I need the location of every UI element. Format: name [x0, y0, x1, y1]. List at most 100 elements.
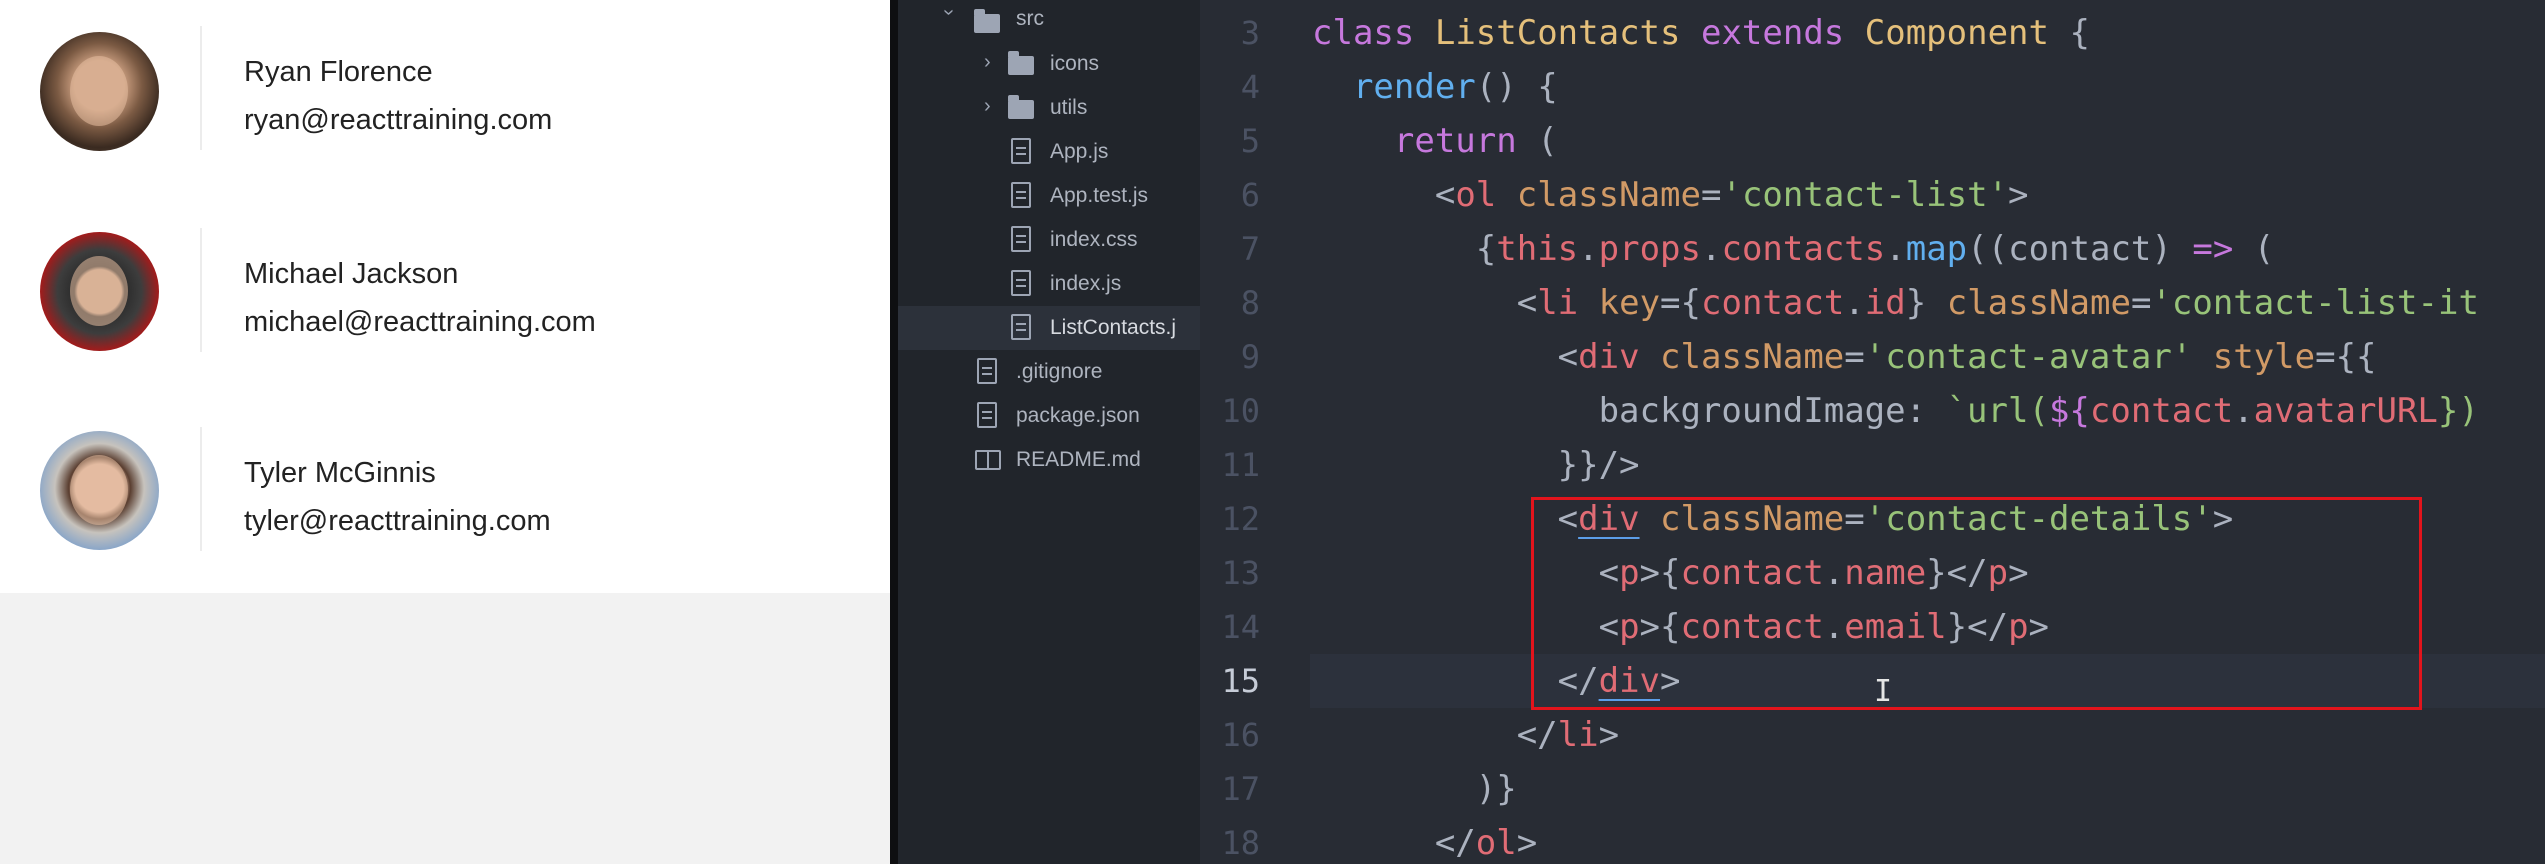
contact-avatar: [40, 32, 159, 151]
file-icon: [1008, 182, 1034, 210]
code-token: }}/>: [1557, 445, 1640, 485]
code-token: contacts: [1721, 229, 1886, 269]
line-number: 11: [1221, 446, 1260, 484]
contact-email: ryan@reacttraining.com: [244, 104, 553, 136]
tree-item-icons[interactable]: › icons: [898, 42, 1200, 86]
code-token: )}: [1475, 769, 1517, 809]
tree-item-index-css[interactable]: index.css: [898, 218, 1200, 262]
code-token: li: [1537, 283, 1579, 323]
file-icon: [1008, 138, 1034, 166]
contact-name: Michael Jackson: [244, 258, 459, 290]
line-number: 7: [1240, 230, 1260, 268]
contact-details: Michael Jackson michael@reacttraining.co…: [200, 228, 800, 352]
code-token: li: [1557, 715, 1599, 755]
contacts-app-panel: Ryan Florence ryan@reacttraining.com Mic…: [0, 0, 890, 864]
tree-item-app-test-js[interactable]: App.test.js: [898, 174, 1200, 218]
tree-item-label: ListContacts.j: [1050, 316, 1177, 339]
code-token: return: [1393, 121, 1517, 161]
code-line[interactable]: <li key={contact.id} className='contact-…: [1312, 276, 2479, 330]
tree-item-index-js[interactable]: index.js: [898, 262, 1200, 306]
code-token: .: [1885, 229, 1906, 269]
line-number: 4: [1240, 68, 1260, 106]
code-token: ((: [1967, 229, 2009, 269]
line-number: 6: [1240, 176, 1260, 214]
tree-item-utils[interactable]: › utils: [898, 86, 1200, 130]
folder-icon: [1008, 50, 1034, 78]
line-number-gutter: 3 4 5 6 7 8 9 10 11 12 13 14 15 16 17 18: [1200, 0, 1300, 864]
avatar-photo-face: [70, 455, 128, 525]
code-token: .: [1578, 229, 1599, 269]
line-number: 16: [1221, 716, 1260, 754]
code-token: =>: [2192, 229, 2234, 269]
code-token: extends: [1700, 13, 1845, 53]
code-token: .: [1844, 283, 1865, 323]
contact-avatar: [40, 431, 159, 550]
code-line[interactable]: render() {: [1312, 60, 1558, 114]
line-number: 13: [1221, 554, 1260, 592]
code-token: ): [2151, 229, 2193, 269]
code-token: </: [1516, 715, 1558, 755]
code-line[interactable]: </ol>: [1312, 816, 1537, 864]
code-line[interactable]: )}: [1312, 762, 1517, 816]
code-token: {: [1475, 229, 1497, 269]
code-line[interactable]: }}/>: [1312, 438, 1640, 492]
tree-item-label: package.json: [1016, 404, 1140, 427]
code-token: 'contact-list-it: [2151, 283, 2479, 323]
code-token: Component: [1864, 13, 2049, 53]
chevron-right-icon[interactable]: ›: [984, 95, 998, 117]
contact-avatar: [40, 232, 159, 351]
tree-item-label: index.css: [1050, 228, 1138, 251]
tree-item-gitignore[interactable]: .gitignore: [898, 350, 1200, 394]
code-token: ListContacts: [1434, 13, 1681, 53]
code-token: class: [1312, 13, 1415, 53]
code-line[interactable]: class ListContacts extends Component {: [1312, 6, 2090, 60]
code-line[interactable]: return (: [1312, 114, 1558, 168]
code-token: (: [1537, 121, 1558, 161]
contact-name: Ryan Florence: [244, 56, 433, 88]
code-line[interactable]: <div className='contact-avatar' style={{: [1312, 330, 2377, 384]
code-line[interactable]: backgroundImage: `url(${contact.avatarUR…: [1312, 384, 2479, 438]
tree-item-label: .gitignore: [1016, 360, 1103, 383]
chevron-down-icon[interactable]: ›: [938, 9, 960, 23]
window-divider: [890, 0, 898, 864]
tree-item-listcontacts-js[interactable]: ListContacts.j: [898, 306, 1200, 350]
chevron-right-icon[interactable]: ›: [984, 51, 998, 73]
folder-icon: [974, 8, 1000, 36]
contact-email: michael@reacttraining.com: [244, 306, 596, 338]
contact-list-item: Tyler McGinnis tyler@reacttraining.com: [0, 391, 890, 591]
code-token: id: [1864, 283, 1906, 323]
code-editor[interactable]: 3 4 5 6 7 8 9 10 11 12 13 14 15 16 17 18…: [1200, 0, 2545, 864]
code-line[interactable]: <ol className='contact-list'>: [1312, 168, 2029, 222]
code-token: ={{: [2315, 337, 2377, 377]
code-token: ol: [1455, 175, 1497, 215]
code-token: </: [1434, 823, 1476, 863]
code-token: avatarURL: [2253, 391, 2438, 431]
code-token: >: [1516, 823, 1538, 863]
code-token: contact: [2089, 391, 2234, 431]
avatar-photo-face: [70, 256, 128, 326]
contact-list: Ryan Florence ryan@reacttraining.com Mic…: [0, 0, 890, 593]
tree-item-app-js[interactable]: App.js: [898, 130, 1200, 174]
code-token: className: [1516, 175, 1701, 215]
contact-list-item: Michael Jackson michael@reacttraining.co…: [0, 192, 890, 392]
file-icon: [1008, 270, 1034, 298]
code-token: =: [1700, 175, 1722, 215]
code-token: div: [1578, 337, 1640, 377]
tree-item-src[interactable]: › src: [898, 0, 1200, 44]
code-token: >: [1598, 715, 1620, 755]
code-token: key: [1598, 283, 1661, 323]
code-token: props: [1598, 229, 1701, 269]
line-number: 18: [1221, 824, 1260, 862]
tree-item-package-json[interactable]: package.json: [898, 394, 1200, 438]
code-token: =: [1844, 337, 1865, 377]
tree-item-label: utils: [1050, 96, 1088, 119]
code-line[interactable]: {this.props.contacts.map((contact) => (: [1312, 222, 2274, 276]
code-line[interactable]: </li>: [1312, 708, 1619, 762]
text-cursor-ibeam-icon: I: [1874, 674, 1893, 709]
code-token: `url(: [1946, 391, 2049, 431]
tree-item-readme-md[interactable]: README.md: [898, 438, 1200, 482]
code-token: =: [2130, 283, 2152, 323]
line-number: 8: [1240, 284, 1260, 322]
code-token: 'contact-avatar': [1864, 337, 2193, 377]
code-token: <: [1516, 283, 1538, 323]
